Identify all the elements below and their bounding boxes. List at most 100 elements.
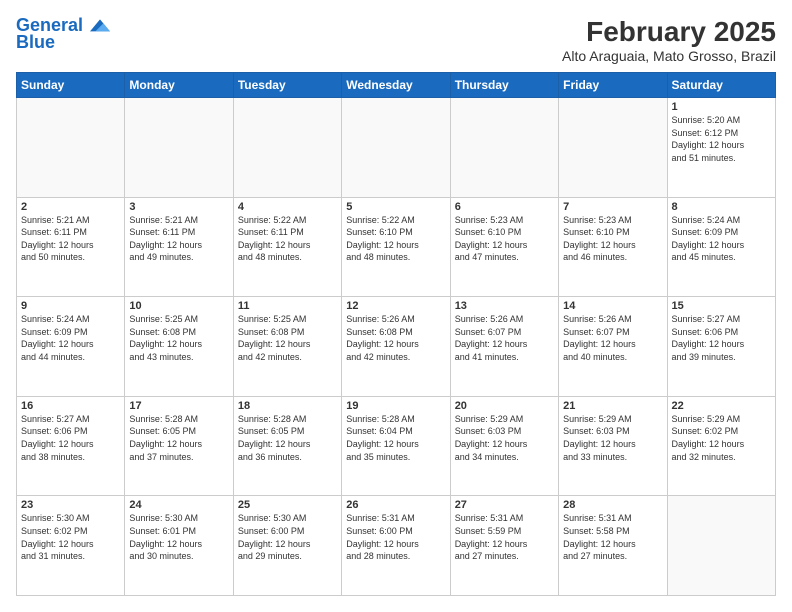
day-info: Sunrise: 5:22 AMSunset: 6:11 PMDaylight:… — [238, 214, 337, 264]
day-number: 9 — [21, 300, 120, 312]
page: General Blue February 2025 Alto Araguaia… — [0, 0, 792, 612]
logo-icon — [90, 16, 110, 36]
cell-4-2: 25Sunrise: 5:30 AMSunset: 6:00 PMDayligh… — [233, 496, 341, 596]
logo: General Blue — [16, 16, 110, 53]
cell-4-4: 27Sunrise: 5:31 AMSunset: 5:59 PMDayligh… — [450, 496, 558, 596]
header-friday: Friday — [559, 73, 667, 98]
day-number: 13 — [455, 300, 554, 312]
day-info: Sunrise: 5:27 AMSunset: 6:06 PMDaylight:… — [672, 313, 771, 363]
day-number: 22 — [672, 400, 771, 412]
day-number: 6 — [455, 201, 554, 213]
day-number: 11 — [238, 300, 337, 312]
cell-2-2: 11Sunrise: 5:25 AMSunset: 6:08 PMDayligh… — [233, 297, 341, 397]
day-number: 27 — [455, 499, 554, 511]
cell-2-3: 12Sunrise: 5:26 AMSunset: 6:08 PMDayligh… — [342, 297, 450, 397]
day-info: Sunrise: 5:30 AMSunset: 6:01 PMDaylight:… — [129, 512, 228, 562]
cell-0-5 — [559, 98, 667, 198]
week-row-2: 9Sunrise: 5:24 AMSunset: 6:09 PMDaylight… — [17, 297, 776, 397]
cell-1-6: 8Sunrise: 5:24 AMSunset: 6:09 PMDaylight… — [667, 197, 775, 297]
day-info: Sunrise: 5:30 AMSunset: 6:02 PMDaylight:… — [21, 512, 120, 562]
day-info: Sunrise: 5:28 AMSunset: 6:04 PMDaylight:… — [346, 413, 445, 463]
calendar-header-row: Sunday Monday Tuesday Wednesday Thursday… — [17, 73, 776, 98]
day-number: 16 — [21, 400, 120, 412]
cell-1-3: 5Sunrise: 5:22 AMSunset: 6:10 PMDaylight… — [342, 197, 450, 297]
header-saturday: Saturday — [667, 73, 775, 98]
header-sunday: Sunday — [17, 73, 125, 98]
day-info: Sunrise: 5:24 AMSunset: 6:09 PMDaylight:… — [21, 313, 120, 363]
day-info: Sunrise: 5:21 AMSunset: 6:11 PMDaylight:… — [129, 214, 228, 264]
calendar-title: February 2025 — [562, 16, 776, 48]
day-info: Sunrise: 5:30 AMSunset: 6:00 PMDaylight:… — [238, 512, 337, 562]
day-info: Sunrise: 5:26 AMSunset: 6:08 PMDaylight:… — [346, 313, 445, 363]
day-info: Sunrise: 5:31 AMSunset: 5:58 PMDaylight:… — [563, 512, 662, 562]
calendar-subtitle: Alto Araguaia, Mato Grosso, Brazil — [562, 48, 776, 64]
cell-0-4 — [450, 98, 558, 198]
day-number: 12 — [346, 300, 445, 312]
day-info: Sunrise: 5:22 AMSunset: 6:10 PMDaylight:… — [346, 214, 445, 264]
cell-2-5: 14Sunrise: 5:26 AMSunset: 6:07 PMDayligh… — [559, 297, 667, 397]
cell-2-4: 13Sunrise: 5:26 AMSunset: 6:07 PMDayligh… — [450, 297, 558, 397]
cell-1-5: 7Sunrise: 5:23 AMSunset: 6:10 PMDaylight… — [559, 197, 667, 297]
cell-3-4: 20Sunrise: 5:29 AMSunset: 6:03 PMDayligh… — [450, 396, 558, 496]
day-info: Sunrise: 5:29 AMSunset: 6:02 PMDaylight:… — [672, 413, 771, 463]
cell-1-0: 2Sunrise: 5:21 AMSunset: 6:11 PMDaylight… — [17, 197, 125, 297]
cell-0-2 — [233, 98, 341, 198]
day-number: 1 — [672, 101, 771, 113]
title-block: February 2025 Alto Araguaia, Mato Grosso… — [562, 16, 776, 64]
header-monday: Monday — [125, 73, 233, 98]
day-number: 15 — [672, 300, 771, 312]
week-row-0: 1Sunrise: 5:20 AMSunset: 6:12 PMDaylight… — [17, 98, 776, 198]
cell-3-3: 19Sunrise: 5:28 AMSunset: 6:04 PMDayligh… — [342, 396, 450, 496]
cell-3-6: 22Sunrise: 5:29 AMSunset: 6:02 PMDayligh… — [667, 396, 775, 496]
day-number: 19 — [346, 400, 445, 412]
cell-0-6: 1Sunrise: 5:20 AMSunset: 6:12 PMDaylight… — [667, 98, 775, 198]
day-number: 20 — [455, 400, 554, 412]
day-number: 5 — [346, 201, 445, 213]
day-info: Sunrise: 5:24 AMSunset: 6:09 PMDaylight:… — [672, 214, 771, 264]
week-row-3: 16Sunrise: 5:27 AMSunset: 6:06 PMDayligh… — [17, 396, 776, 496]
cell-1-4: 6Sunrise: 5:23 AMSunset: 6:10 PMDaylight… — [450, 197, 558, 297]
day-info: Sunrise: 5:28 AMSunset: 6:05 PMDaylight:… — [238, 413, 337, 463]
cell-4-6 — [667, 496, 775, 596]
day-info: Sunrise: 5:23 AMSunset: 6:10 PMDaylight:… — [455, 214, 554, 264]
cell-4-1: 24Sunrise: 5:30 AMSunset: 6:01 PMDayligh… — [125, 496, 233, 596]
day-number: 26 — [346, 499, 445, 511]
cell-0-0 — [17, 98, 125, 198]
calendar-table: Sunday Monday Tuesday Wednesday Thursday… — [16, 72, 776, 596]
cell-4-3: 26Sunrise: 5:31 AMSunset: 6:00 PMDayligh… — [342, 496, 450, 596]
cell-4-0: 23Sunrise: 5:30 AMSunset: 6:02 PMDayligh… — [17, 496, 125, 596]
day-number: 21 — [563, 400, 662, 412]
header-thursday: Thursday — [450, 73, 558, 98]
day-number: 17 — [129, 400, 228, 412]
week-row-1: 2Sunrise: 5:21 AMSunset: 6:11 PMDaylight… — [17, 197, 776, 297]
day-number: 10 — [129, 300, 228, 312]
cell-3-2: 18Sunrise: 5:28 AMSunset: 6:05 PMDayligh… — [233, 396, 341, 496]
cell-1-1: 3Sunrise: 5:21 AMSunset: 6:11 PMDaylight… — [125, 197, 233, 297]
day-info: Sunrise: 5:29 AMSunset: 6:03 PMDaylight:… — [455, 413, 554, 463]
day-info: Sunrise: 5:26 AMSunset: 6:07 PMDaylight:… — [455, 313, 554, 363]
day-info: Sunrise: 5:27 AMSunset: 6:06 PMDaylight:… — [21, 413, 120, 463]
header-wednesday: Wednesday — [342, 73, 450, 98]
day-number: 18 — [238, 400, 337, 412]
day-info: Sunrise: 5:21 AMSunset: 6:11 PMDaylight:… — [21, 214, 120, 264]
day-info: Sunrise: 5:31 AMSunset: 5:59 PMDaylight:… — [455, 512, 554, 562]
cell-2-1: 10Sunrise: 5:25 AMSunset: 6:08 PMDayligh… — [125, 297, 233, 397]
day-number: 25 — [238, 499, 337, 511]
day-number: 4 — [238, 201, 337, 213]
day-number: 14 — [563, 300, 662, 312]
day-number: 24 — [129, 499, 228, 511]
day-info: Sunrise: 5:25 AMSunset: 6:08 PMDaylight:… — [129, 313, 228, 363]
day-info: Sunrise: 5:20 AMSunset: 6:12 PMDaylight:… — [672, 114, 771, 164]
cell-2-6: 15Sunrise: 5:27 AMSunset: 6:06 PMDayligh… — [667, 297, 775, 397]
day-number: 28 — [563, 499, 662, 511]
header: General Blue February 2025 Alto Araguaia… — [16, 16, 776, 64]
cell-0-1 — [125, 98, 233, 198]
header-tuesday: Tuesday — [233, 73, 341, 98]
cell-1-2: 4Sunrise: 5:22 AMSunset: 6:11 PMDaylight… — [233, 197, 341, 297]
day-info: Sunrise: 5:26 AMSunset: 6:07 PMDaylight:… — [563, 313, 662, 363]
day-info: Sunrise: 5:31 AMSunset: 6:00 PMDaylight:… — [346, 512, 445, 562]
day-info: Sunrise: 5:29 AMSunset: 6:03 PMDaylight:… — [563, 413, 662, 463]
day-info: Sunrise: 5:25 AMSunset: 6:08 PMDaylight:… — [238, 313, 337, 363]
cell-2-0: 9Sunrise: 5:24 AMSunset: 6:09 PMDaylight… — [17, 297, 125, 397]
cell-3-0: 16Sunrise: 5:27 AMSunset: 6:06 PMDayligh… — [17, 396, 125, 496]
